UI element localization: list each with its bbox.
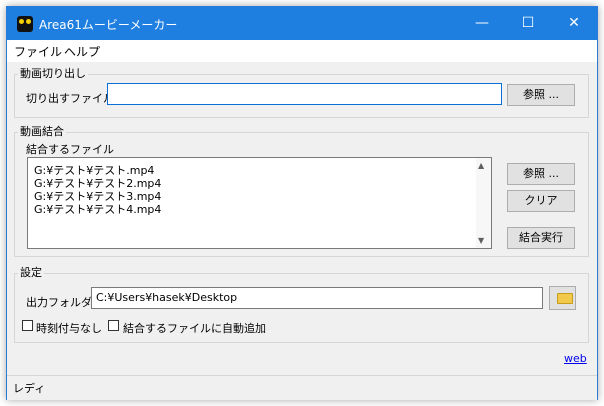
output-folder-input[interactable]: C:¥Users¥hasek¥Desktop (91, 287, 543, 309)
window-title: Area61ムービーメーカー (39, 18, 178, 32)
menu-help[interactable]: ヘルプ (64, 43, 100, 60)
combine-group-title: 動画結合 (18, 123, 66, 139)
extract-file-label: 切り出すファイル (26, 92, 114, 105)
title-bar: Area61ムービーメーカー — ☐ ✕ (7, 7, 597, 40)
app-icon (17, 16, 33, 32)
maximize-button[interactable]: ☐ (505, 7, 551, 40)
status-text: レディ (13, 382, 46, 395)
no-timestamp-checkbox[interactable] (22, 320, 33, 331)
output-folder-label: 出力フォルダ (26, 296, 92, 309)
auto-add-label[interactable]: 結合するファイルに自動追加 (123, 320, 266, 336)
extract-group-title: 動画切り出し (18, 65, 88, 81)
folder-icon (557, 293, 573, 304)
folder-browse-button[interactable] (549, 286, 576, 310)
close-button[interactable]: ✕ (551, 7, 597, 40)
app-window: Area61ムービーメーカー — ☐ ✕ ファイル ヘルプ 動画切り出し 切り出… (6, 6, 598, 400)
extract-file-input[interactable] (107, 83, 502, 105)
combine-file-list[interactable]: G:¥テスト¥テスト.mp4 G:¥テスト¥テスト2.mp4 G:¥テスト¥テス… (27, 157, 492, 249)
combine-list-label: 結合するファイル (26, 143, 114, 156)
status-bar: レディ (7, 375, 597, 400)
list-item[interactable]: G:¥テスト¥テスト4.mp4 (34, 201, 161, 217)
menu-bar: ファイル ヘルプ (7, 40, 597, 62)
no-timestamp-label[interactable]: 時刻付与なし (36, 320, 102, 336)
settings-group-title: 設定 (18, 264, 44, 280)
clear-button[interactable]: クリア (507, 190, 575, 212)
list-scrollbar[interactable]: ▲ ▼ (476, 158, 491, 248)
minimize-button[interactable]: — (459, 7, 505, 40)
scroll-up-icon[interactable]: ▲ (478, 161, 484, 170)
extract-browse-button[interactable]: 参照 ... (507, 84, 575, 106)
web-link[interactable]: web (564, 352, 587, 365)
menu-file[interactable]: ファイル (14, 43, 62, 60)
combine-run-button[interactable]: 結合実行 (507, 227, 575, 249)
scroll-down-icon[interactable]: ▼ (478, 236, 484, 245)
auto-add-checkbox[interactable] (108, 320, 119, 331)
combine-browse-button[interactable]: 参照 ... (507, 163, 575, 185)
